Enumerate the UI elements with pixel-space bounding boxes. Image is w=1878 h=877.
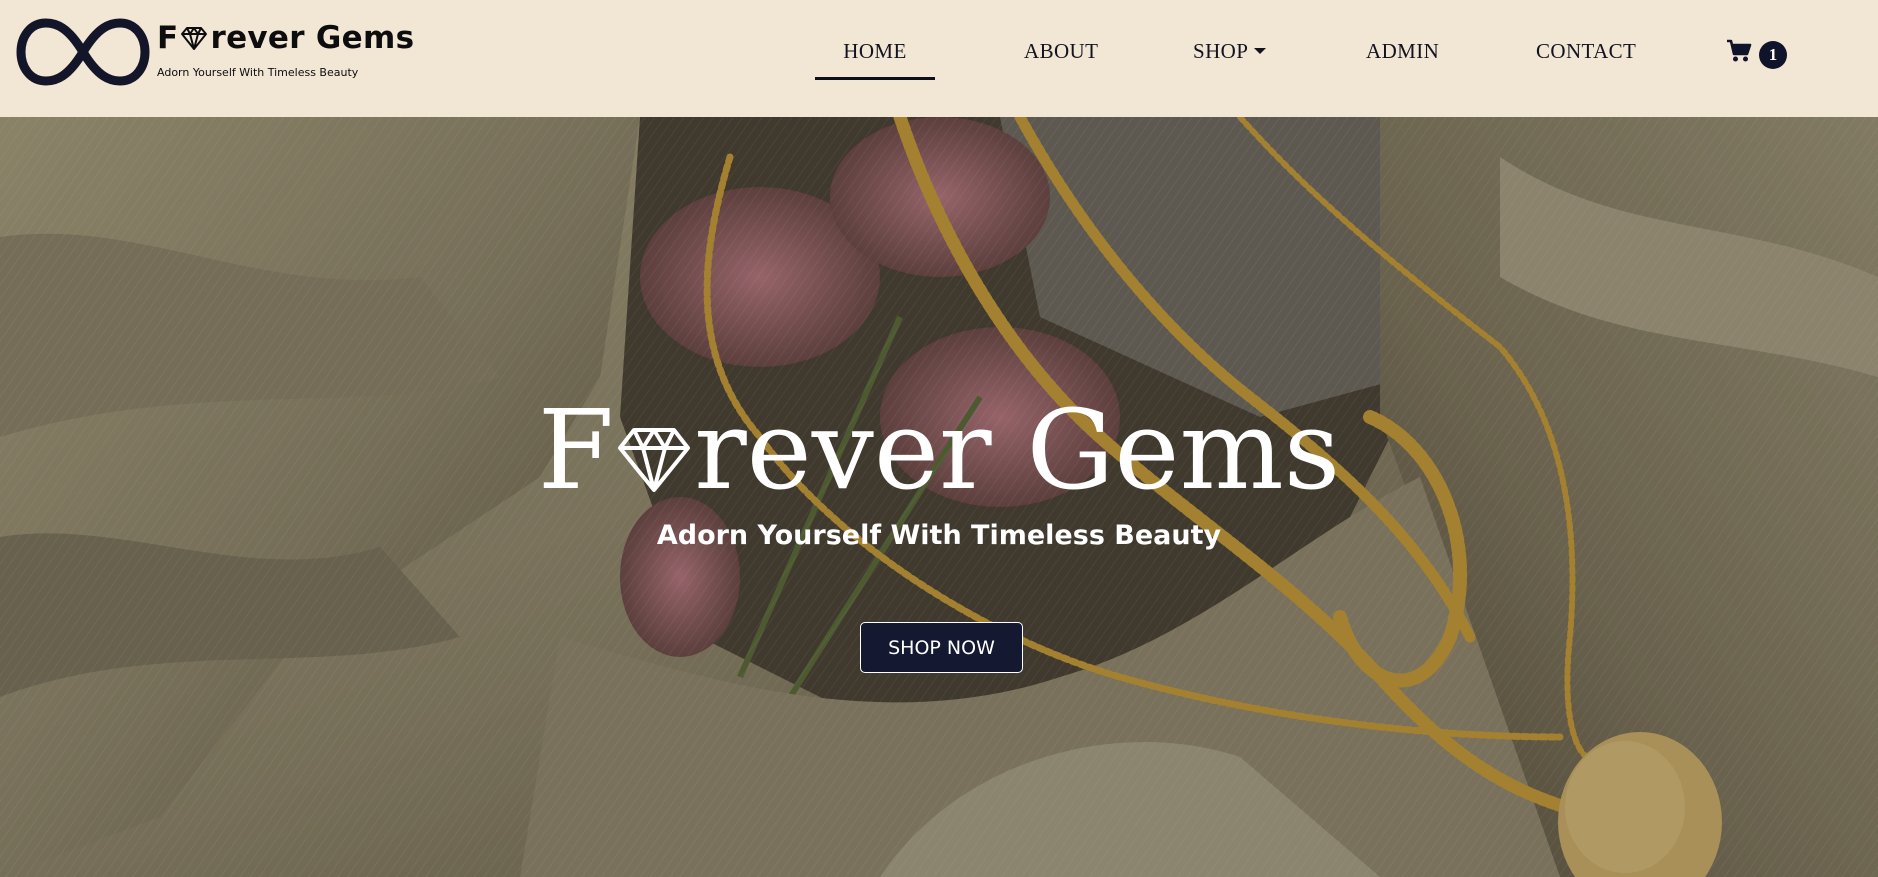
diamond-icon	[618, 428, 691, 492]
diamond-icon	[181, 27, 208, 50]
shop-now-button[interactable]: SHOP NOW	[860, 622, 1023, 673]
cart-icon	[1727, 39, 1752, 62]
nav-admin-label: ADMIN	[1366, 39, 1440, 63]
hero-title-suffix: rever Gems	[694, 386, 1341, 514]
nav-home[interactable]: HOME	[815, 36, 935, 80]
nav-admin[interactable]: ADMIN	[1366, 36, 1439, 66]
cart-button[interactable]: 1	[1726, 37, 1787, 71]
brand-name-suffix: rever Gems	[210, 20, 415, 56]
nav-home-label: HOME	[843, 39, 907, 63]
brand-tagline: Adorn Yourself With Timeless Beauty	[157, 66, 359, 79]
nav-shop-label: SHOP	[1193, 39, 1249, 63]
nav-contact[interactable]: CONTACT	[1536, 36, 1636, 66]
nav-shop-dropdown[interactable]: SHOP	[1193, 36, 1267, 66]
hero-title: F rever Gems	[0, 390, 1878, 510]
brand-name[interactable]: F rever Gems	[157, 18, 414, 58]
infinity-icon[interactable]	[16, 17, 150, 87]
nav-about[interactable]: ABOUT	[1024, 36, 1098, 66]
brand-name-prefix: F	[157, 20, 179, 56]
navbar: F rever Gems Adorn Yourself With Timeles…	[0, 0, 1878, 117]
hero-title-prefix: F	[537, 386, 615, 514]
nav-contact-label: CONTACT	[1536, 39, 1637, 63]
hero-subtitle: Adorn Yourself With Timeless Beauty	[656, 520, 1222, 551]
caret-down-icon	[1254, 48, 1267, 54]
hero-section: F rever Gems Adorn Yourself With Timeles…	[0, 117, 1878, 877]
nav-about-label: ABOUT	[1024, 39, 1099, 63]
cart-count-badge: 1	[1759, 41, 1787, 69]
